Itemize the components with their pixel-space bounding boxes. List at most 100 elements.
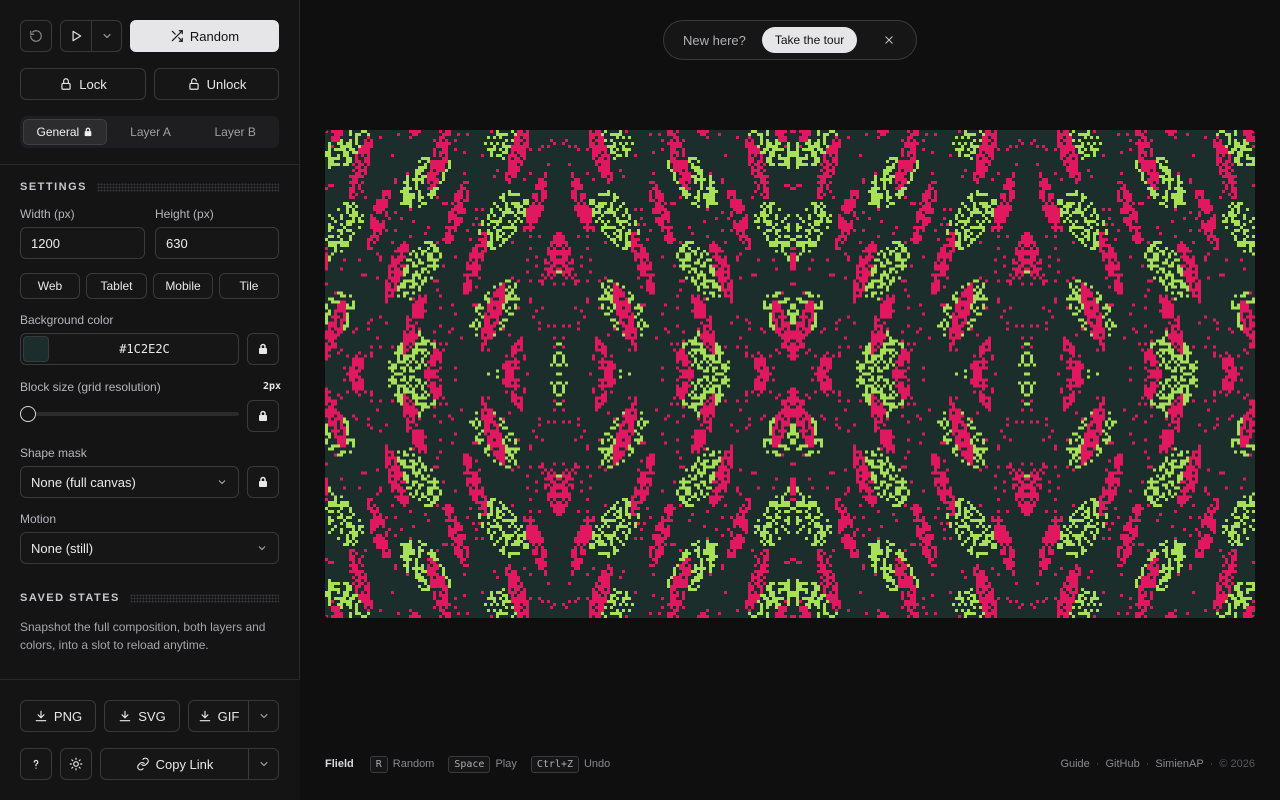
lock-icon (61, 78, 71, 90)
footer-links: Guide · GitHub · SimienAP · © 2026 (1060, 758, 1255, 770)
close-icon (885, 36, 893, 44)
main-area: New here? Take the tour Flield R Random … (300, 0, 1280, 800)
tab-general[interactable]: General (23, 119, 107, 145)
height-input[interactable]: 630 (155, 227, 279, 259)
block-size-label: Block size (grid resolution) (20, 380, 161, 394)
export-gif-options-dropdown[interactable] (248, 700, 279, 732)
export-gif-label: GIF (217, 708, 240, 724)
sidebar: Random Lock Unlock General Layer A Layer… (0, 0, 300, 800)
download-icon (35, 710, 47, 722)
play-options-dropdown[interactable] (91, 20, 122, 52)
background-color-input[interactable]: #1C2E2C (20, 333, 239, 365)
tab-layer-b-label: Layer B (214, 125, 256, 139)
shape-mask-value: None (full canvas) (31, 474, 136, 490)
export-svg-label: SVG (138, 708, 166, 724)
github-link[interactable]: GitHub (1105, 758, 1139, 770)
copy-link-label: Copy Link (155, 756, 214, 772)
guide-link[interactable]: Guide (1060, 758, 1089, 770)
shuffle-icon (171, 30, 183, 42)
chevron-down-icon (260, 762, 267, 766)
divider (0, 164, 300, 165)
undo-button[interactable] (20, 20, 52, 52)
sun-icon (69, 757, 83, 771)
close-tour-button[interactable] (882, 33, 896, 47)
copy-link-button[interactable]: Copy Link (100, 748, 249, 780)
lock-icon (84, 127, 92, 137)
question-mark-icon (33, 759, 39, 769)
random-label: Random (189, 28, 240, 44)
preset-web-button[interactable]: Web (20, 273, 80, 299)
motion-value: None (still) (31, 540, 94, 556)
background-color-swatch[interactable] (23, 336, 49, 362)
lock-icon (259, 410, 267, 421)
tab-general-label: General (36, 125, 80, 139)
footer: Flield R Random Space Play Ctrl+Z Undo G… (325, 754, 1255, 774)
generated-pattern (325, 130, 1255, 618)
chevron-down-icon (260, 714, 267, 718)
block-size-value: 2px (263, 381, 282, 392)
export-bar: PNG SVG GIF Copy Link (0, 679, 300, 800)
author-link[interactable]: SimienAP (1155, 758, 1203, 770)
saved-states-title-text: SAVED STATES (20, 592, 120, 604)
motion-label: Motion (20, 512, 57, 526)
width-input[interactable]: 1200 (20, 227, 145, 259)
motion-select[interactable]: None (still) (20, 532, 279, 564)
shortcut-label-undo: Undo (583, 758, 611, 770)
undo-icon (30, 30, 42, 42)
help-button[interactable] (20, 748, 52, 780)
copyright: © 2026 (1219, 758, 1255, 770)
download-icon (120, 710, 131, 722)
unlock-label: Unlock (206, 76, 247, 92)
saved-states-description: Snapshot the full composition, both laye… (20, 620, 266, 652)
chevron-down-icon (103, 34, 110, 38)
tab-layer-b[interactable]: Layer B (194, 119, 276, 145)
play-button[interactable] (60, 20, 92, 52)
preset-mobile-button[interactable]: Mobile (153, 273, 213, 299)
saved-states-title: SAVED STATES (20, 592, 279, 604)
lock-label: Lock (79, 76, 107, 92)
dotted-rule (129, 593, 279, 603)
width-label: Width (px) (20, 207, 75, 221)
export-svg-button[interactable]: SVG (104, 700, 180, 732)
export-png-button[interactable]: PNG (20, 700, 96, 732)
export-gif-button[interactable]: GIF (188, 700, 249, 732)
theme-toggle-button[interactable] (60, 748, 92, 780)
separator: · (1209, 758, 1214, 770)
preset-tile-button[interactable]: Tile (219, 273, 279, 299)
lock-icon (259, 343, 267, 354)
download-icon (199, 710, 210, 722)
export-png-label: PNG (53, 708, 83, 724)
shape-mask-label: Shape mask (20, 446, 87, 460)
lock-button[interactable]: Lock (20, 68, 146, 100)
preset-tablet-button[interactable]: Tablet (86, 273, 147, 299)
block-size-slider-track[interactable] (28, 412, 239, 416)
link-icon (136, 757, 149, 771)
footer-brand: Flield (325, 758, 354, 770)
chevron-down-icon (218, 480, 226, 485)
tab-layer-a[interactable]: Layer A (110, 119, 192, 145)
shortcut-label-play: Play (495, 758, 517, 770)
artwork-canvas[interactable] (325, 130, 1255, 618)
shape-mask-lock-button[interactable] (247, 466, 279, 498)
block-size-lock-button[interactable] (247, 400, 279, 432)
height-label: Height (px) (155, 207, 214, 221)
separator: · (1145, 758, 1150, 770)
shortcut-key-random: R (369, 755, 388, 773)
shortcut-key-play: Space (448, 755, 491, 773)
shape-mask-select[interactable]: None (full canvas) (20, 466, 239, 498)
lock-icon (259, 476, 267, 487)
tour-banner: New here? Take the tour (663, 20, 917, 60)
copy-link-options-dropdown[interactable] (248, 748, 279, 780)
separator: · (1095, 758, 1100, 770)
background-color-lock-button[interactable] (247, 333, 279, 365)
dotted-rule (97, 182, 279, 192)
unlock-button[interactable]: Unlock (154, 68, 279, 100)
random-button[interactable]: Random (130, 20, 279, 52)
block-size-slider-thumb[interactable] (20, 406, 36, 422)
take-tour-button[interactable]: Take the tour (761, 27, 858, 53)
background-color-value: #1C2E2C (119, 342, 170, 356)
settings-title-text: SETTINGS (20, 181, 88, 193)
layer-tabs: General Layer A Layer B (20, 116, 279, 148)
shortcut-key-undo: Ctrl+Z (530, 755, 579, 773)
settings-title: SETTINGS (20, 181, 279, 193)
